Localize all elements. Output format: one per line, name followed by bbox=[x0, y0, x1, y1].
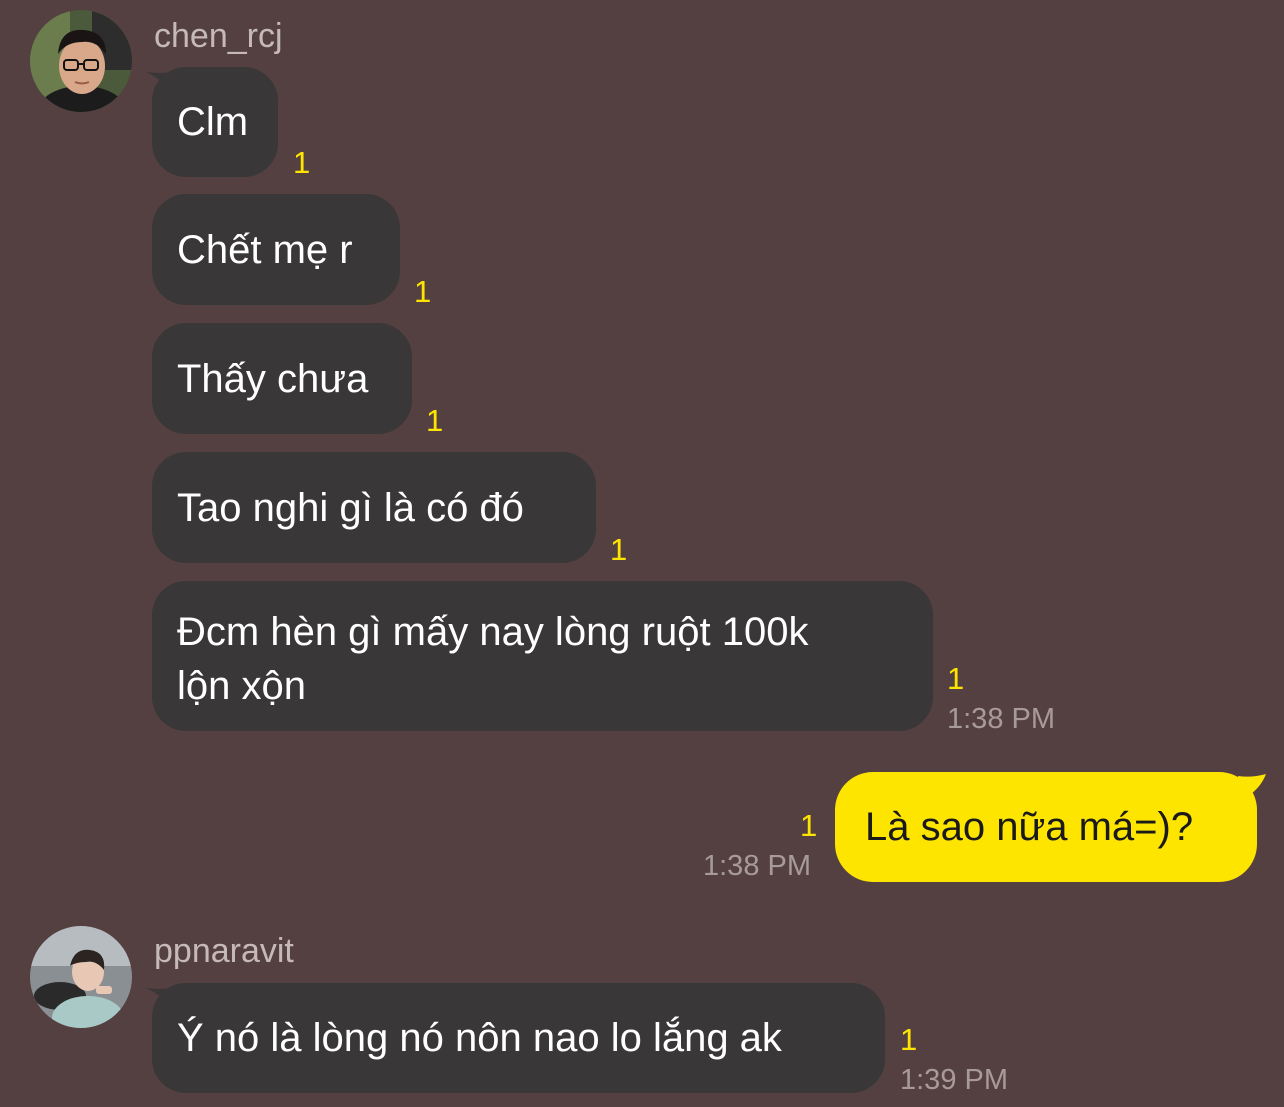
message-text: Ý nó là lòng nó nôn nao lo lắng ak bbox=[177, 1016, 782, 1060]
unread-count: 1 bbox=[293, 145, 311, 180]
sender-name[interactable]: ppnaravit bbox=[154, 931, 294, 971]
message-text: Thấy chưa bbox=[177, 356, 369, 401]
message-bubble[interactable]: Chết mẹ r bbox=[152, 194, 400, 305]
message-bubble[interactable]: Tao nghi gì là có đó bbox=[152, 452, 596, 563]
message-text: Clm bbox=[177, 100, 249, 144]
unread-count: 1 bbox=[610, 532, 628, 567]
message-text: Tao nghi gì là có đó bbox=[177, 485, 524, 530]
bubble-tail-icon bbox=[1238, 774, 1266, 800]
message-bubble[interactable]: Clm bbox=[152, 67, 278, 177]
message-timestamp: 1:39 PM bbox=[900, 1064, 1008, 1096]
avatar-ppnaravit[interactable] bbox=[30, 926, 132, 1028]
message-timestamp: 1:38 PM bbox=[947, 703, 1055, 735]
unread-count: 1 bbox=[900, 1022, 918, 1057]
message-timestamp: 1:38 PM bbox=[703, 850, 811, 882]
avatar-chen-rcj[interactable] bbox=[30, 10, 132, 112]
unread-count: 1 bbox=[800, 808, 818, 843]
message-text-line: Đcm hèn gì mấy nay lòng ruột 100k bbox=[177, 610, 809, 654]
user-photo-icon bbox=[30, 10, 132, 112]
message-bubble[interactable]: Đcm hèn gì mấy nay lòng ruột 100k lộn xộ… bbox=[152, 581, 933, 731]
unread-count: 1 bbox=[414, 274, 432, 309]
message-text: Là sao nữa má=)? bbox=[865, 805, 1194, 849]
message-text-line: lộn xộn bbox=[177, 664, 306, 708]
message-text: Chết mẹ r bbox=[177, 227, 353, 272]
outgoing-message-bubble[interactable]: Là sao nữa má=)? bbox=[835, 772, 1257, 882]
message-text: Đcm hèn gì mấy nay lòng ruột 100k lộn xộ… bbox=[177, 605, 808, 713]
user-photo-icon bbox=[30, 926, 132, 1028]
sender-name[interactable]: chen_rcj bbox=[154, 16, 283, 56]
message-bubble[interactable]: Ý nó là lòng nó nôn nao lo lắng ak bbox=[152, 983, 885, 1093]
message-bubble[interactable]: Thấy chưa bbox=[152, 323, 412, 434]
unread-count: 1 bbox=[426, 403, 444, 438]
unread-count: 1 bbox=[947, 661, 965, 696]
